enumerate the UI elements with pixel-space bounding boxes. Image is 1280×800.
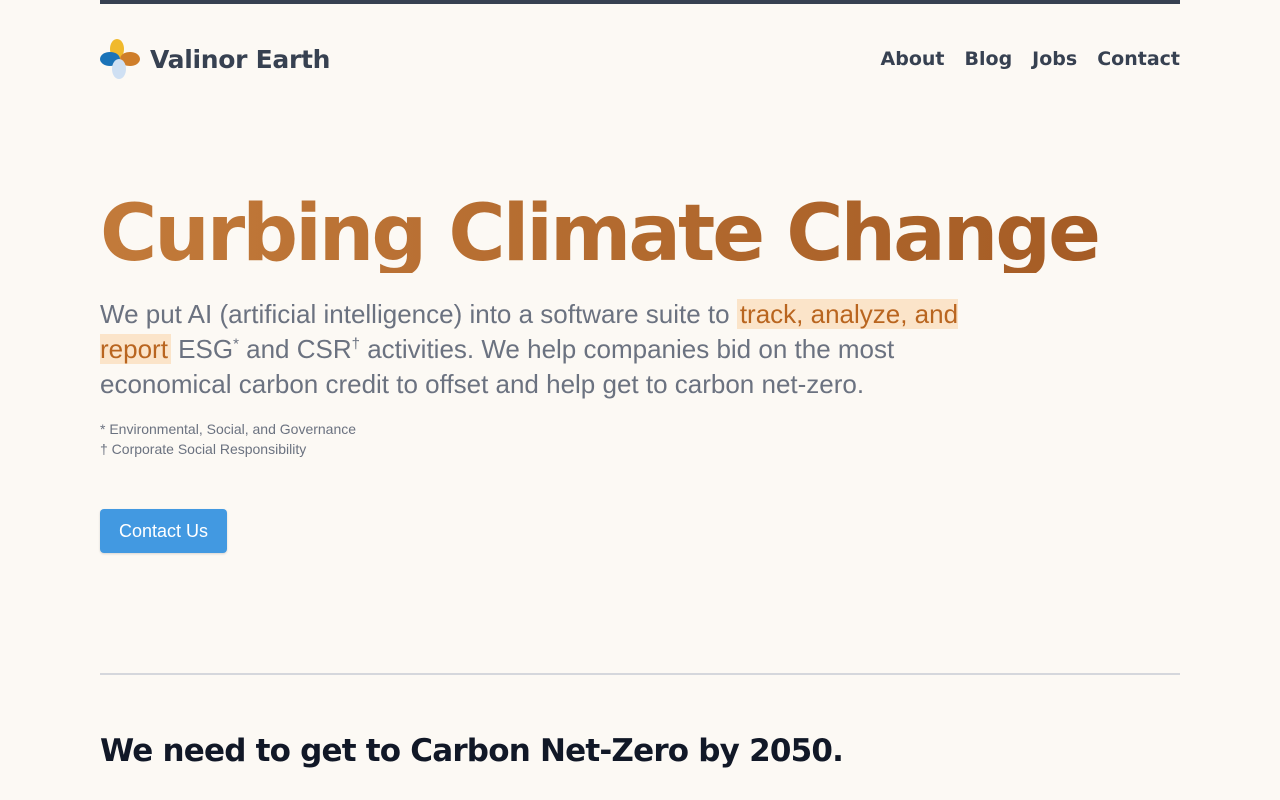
section-divider <box>100 673 1180 675</box>
four-petal-logo-icon <box>100 39 140 79</box>
hero-description: We put AI (artificial intelligence) into… <box>100 297 960 402</box>
hero-footnotes: * Environmental, Social, and Governance … <box>100 419 356 459</box>
nav-link-jobs[interactable]: Jobs <box>1032 48 1077 70</box>
csr-footnote-marker: † <box>351 335 360 353</box>
footnote-csr: † Corporate Social Responsibility <box>100 441 307 457</box>
nav-link-contact[interactable]: Contact <box>1097 48 1180 70</box>
contact-us-button[interactable]: Contact Us <box>100 509 227 553</box>
hero-text-segment: and CSR <box>238 334 352 364</box>
hero-text-segment: We put AI (artificial intelligence) into… <box>100 299 737 329</box>
hero-text-segment: ESG <box>170 334 234 364</box>
hero-title: Curbing Climate Change <box>100 189 1101 279</box>
nav-link-about[interactable]: About <box>881 48 945 70</box>
page: Valinor Earth About Blog Jobs Contact Cu… <box>100 0 1180 800</box>
top-accent-bar <box>100 0 1180 4</box>
brand-name: Valinor Earth <box>150 44 331 74</box>
footnote-esg: * Environmental, Social, and Governance <box>100 421 357 437</box>
brand-link[interactable]: Valinor Earth <box>100 39 330 79</box>
nav-link-blog[interactable]: Blog <box>965 48 1013 70</box>
main-nav: About Blog Jobs Contact <box>881 48 1180 70</box>
section-title: We need to get to Carbon Net-Zero by 205… <box>100 733 844 769</box>
site-header: Valinor Earth About Blog Jobs Contact <box>100 38 1180 80</box>
